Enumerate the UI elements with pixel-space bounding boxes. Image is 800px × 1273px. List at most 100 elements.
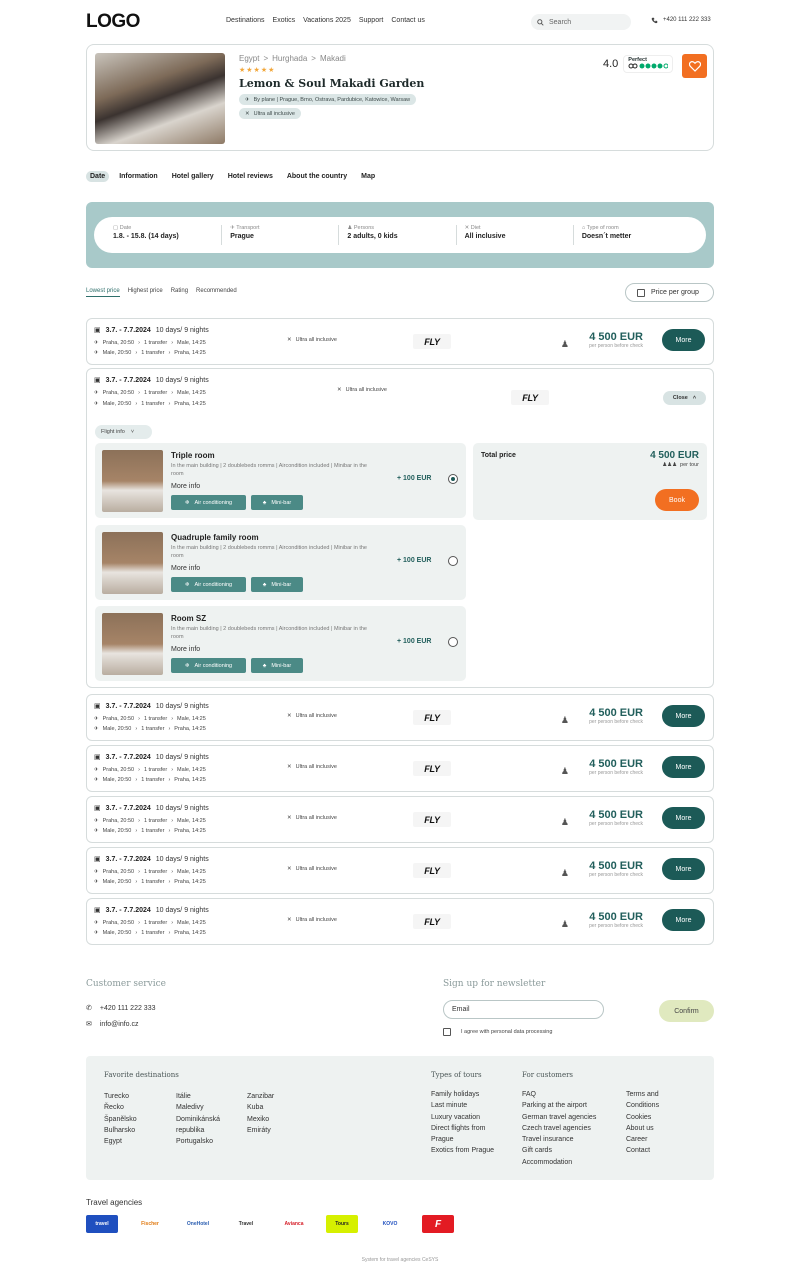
filter-transport[interactable]: ✈ Transport Prague	[221, 225, 338, 245]
footer-link[interactable]: Dominikánská	[176, 1114, 220, 1125]
agency-logo[interactable]: KOVO	[374, 1215, 406, 1233]
room-option[interactable]: Room SZ In the main building | 2 doubleb…	[95, 606, 466, 681]
newsletter-email-input[interactable]: Email	[443, 1000, 604, 1019]
footer-link[interactable]: FAQ	[522, 1089, 596, 1100]
footer-link[interactable]: Kuba	[247, 1102, 274, 1113]
footer-link[interactable]: Emiráty	[247, 1125, 274, 1136]
footer-link[interactable]: Mexiko	[247, 1114, 274, 1125]
footer-link[interactable]: Czech travel agencies	[522, 1123, 596, 1134]
footer-link[interactable]: Španělsko	[104, 1114, 137, 1125]
tab-country[interactable]: About the country	[283, 171, 351, 182]
confirm-button[interactable]: Confirm	[659, 1000, 714, 1022]
offer-card[interactable]: ▣ 3.7. - 7.7.2024 10 days/ 9 nights ✈ Praha…	[86, 694, 714, 741]
more-button[interactable]: More	[662, 807, 705, 829]
footer-link[interactable]: Travel insurance	[522, 1134, 596, 1145]
agency-logo[interactable]: Tours	[326, 1215, 358, 1233]
agency-logo[interactable]: OneHotel	[182, 1215, 214, 1233]
nav-exotics[interactable]: Exotics	[273, 17, 296, 24]
more-button[interactable]: More	[662, 756, 705, 778]
footer-link[interactable]: About us	[626, 1123, 659, 1134]
room-photo[interactable]	[102, 532, 163, 594]
filter-room[interactable]: ⌂ Type of room Doesn´t metter	[572, 225, 690, 245]
room-option[interactable]: Triple room In the main building | 2 dou…	[95, 443, 466, 518]
footer-link[interactable]: Terms and	[626, 1089, 659, 1100]
footer-link[interactable]: Last minute	[431, 1100, 494, 1111]
nav-vacations[interactable]: Vacations 2025	[303, 17, 351, 24]
room-select-radio[interactable]	[448, 637, 458, 647]
agency-logo[interactable]: travel	[86, 1215, 118, 1233]
footer-link[interactable]: Luxury vacation	[431, 1112, 494, 1123]
footer-link[interactable]: Direct flights from	[431, 1123, 494, 1134]
sort-rating[interactable]: Rating	[171, 288, 188, 297]
footer-link[interactable]: Parking at the airport	[522, 1100, 596, 1111]
footer-link[interactable]: Career	[626, 1134, 659, 1145]
nav-destinations[interactable]: Destinations	[226, 17, 265, 24]
price-per-group-toggle[interactable]: Price per group	[625, 283, 714, 302]
footer-link[interactable]: Zanzibar	[247, 1091, 274, 1102]
footer-link[interactable]: Turecko	[104, 1091, 137, 1102]
tab-information[interactable]: Information	[115, 171, 162, 182]
agency-logo[interactable]: Avianca	[278, 1215, 310, 1233]
footer-link[interactable]: Řecko	[104, 1102, 137, 1113]
flight-info-toggle[interactable]: Flight info ˅	[95, 425, 152, 439]
crumb-makadi[interactable]: Makadi	[320, 54, 346, 63]
tab-reviews[interactable]: Hotel reviews	[224, 171, 277, 182]
footer-phone[interactable]: ✆ +420 111 222 333	[86, 1004, 155, 1013]
book-button[interactable]: Book	[655, 489, 699, 511]
footer-link[interactable]: Maledivy	[176, 1102, 220, 1113]
footer-link[interactable]: Cookies	[626, 1112, 659, 1123]
footer-link[interactable]: Prague	[431, 1134, 494, 1145]
room-photo[interactable]	[102, 450, 163, 512]
more-button[interactable]: More	[662, 909, 705, 931]
nav-support[interactable]: Support	[359, 17, 384, 24]
room-select-radio[interactable]	[448, 556, 458, 566]
tab-gallery[interactable]: Hotel gallery	[168, 171, 218, 182]
search-input[interactable]: Search	[531, 14, 631, 30]
footer-link[interactable]: Exotics from Prague	[431, 1145, 494, 1156]
close-button[interactable]: Close ˄	[663, 391, 706, 405]
footer-link[interactable]: Portugalsko	[176, 1136, 220, 1147]
agency-logo[interactable]: Travel	[230, 1215, 262, 1233]
favorite-button[interactable]	[682, 54, 707, 78]
sort-lowest[interactable]: Lowest price	[86, 288, 120, 297]
agency-logo[interactable]: Fischer	[134, 1215, 166, 1233]
filter-persons[interactable]: ♟ Persons 2 adults, 0 kids	[338, 225, 455, 245]
room-more-info[interactable]: More info	[171, 483, 200, 490]
footer-link[interactable]: Contact	[626, 1145, 659, 1156]
consent-checkbox[interactable]	[443, 1028, 451, 1036]
tab-map[interactable]: Map	[357, 171, 379, 182]
offer-card[interactable]: ▣ 3.7. - 7.7.2024 10 days/ 9 nights ✈ Praha…	[86, 898, 714, 945]
offer-card[interactable]: ▣ 3.7. - 7.7.2024 10 days/ 9 nights ✈ Praha…	[86, 318, 714, 365]
footer-link[interactable]: republika	[176, 1125, 220, 1136]
hotel-photo[interactable]	[95, 53, 225, 144]
footer-email[interactable]: ✉ info@info.cz	[86, 1020, 139, 1029]
room-more-info[interactable]: More info	[171, 565, 200, 572]
offer-card[interactable]: ▣ 3.7. - 7.7.2024 10 days/ 9 nights ✈ Praha…	[86, 796, 714, 843]
header-phone[interactable]: +420 111 222 333	[651, 17, 711, 24]
sort-recommended[interactable]: Recommended	[196, 288, 237, 297]
room-photo[interactable]	[102, 613, 163, 675]
nav-contact[interactable]: Contact us	[391, 17, 424, 24]
agency-logo[interactable]: F	[422, 1215, 454, 1233]
footer-link[interactable]: Conditions	[626, 1100, 659, 1111]
crumb-egypt[interactable]: Egypt	[239, 54, 259, 63]
footer-link[interactable]: Itálie	[176, 1091, 220, 1102]
more-button[interactable]: More	[662, 705, 705, 727]
more-button[interactable]: More	[662, 858, 705, 880]
sort-highest[interactable]: Highest price	[128, 288, 163, 297]
price-per-group-checkbox[interactable]	[637, 288, 645, 297]
footer-link[interactable]: German travel agencies	[522, 1112, 596, 1123]
filter-date[interactable]: ▢ Date 1.8. - 15.8. (14 days)	[110, 225, 221, 245]
footer-link[interactable]: Bulharsko	[104, 1125, 137, 1136]
room-option[interactable]: Quadruple family room In the main buildi…	[95, 525, 466, 600]
room-more-info[interactable]: More info	[171, 646, 200, 653]
footer-link[interactable]: Gift cards	[522, 1145, 596, 1156]
crumb-hurghada[interactable]: Hurghada	[272, 54, 307, 63]
offer-card[interactable]: ▣ 3.7. - 7.7.2024 10 days/ 9 nights ✈ Praha…	[86, 847, 714, 894]
room-select-radio[interactable]	[448, 474, 458, 484]
more-button[interactable]: More	[662, 329, 705, 351]
review-rating[interactable]: 4.0 Perfect	[603, 55, 674, 73]
footer-link[interactable]: Accommodation	[522, 1157, 596, 1168]
offer-card[interactable]: ▣ 3.7. - 7.7.2024 10 days/ 9 nights ✈ Praha…	[86, 745, 714, 792]
filter-diet[interactable]: ✕ Diet All inclusive	[455, 225, 573, 245]
